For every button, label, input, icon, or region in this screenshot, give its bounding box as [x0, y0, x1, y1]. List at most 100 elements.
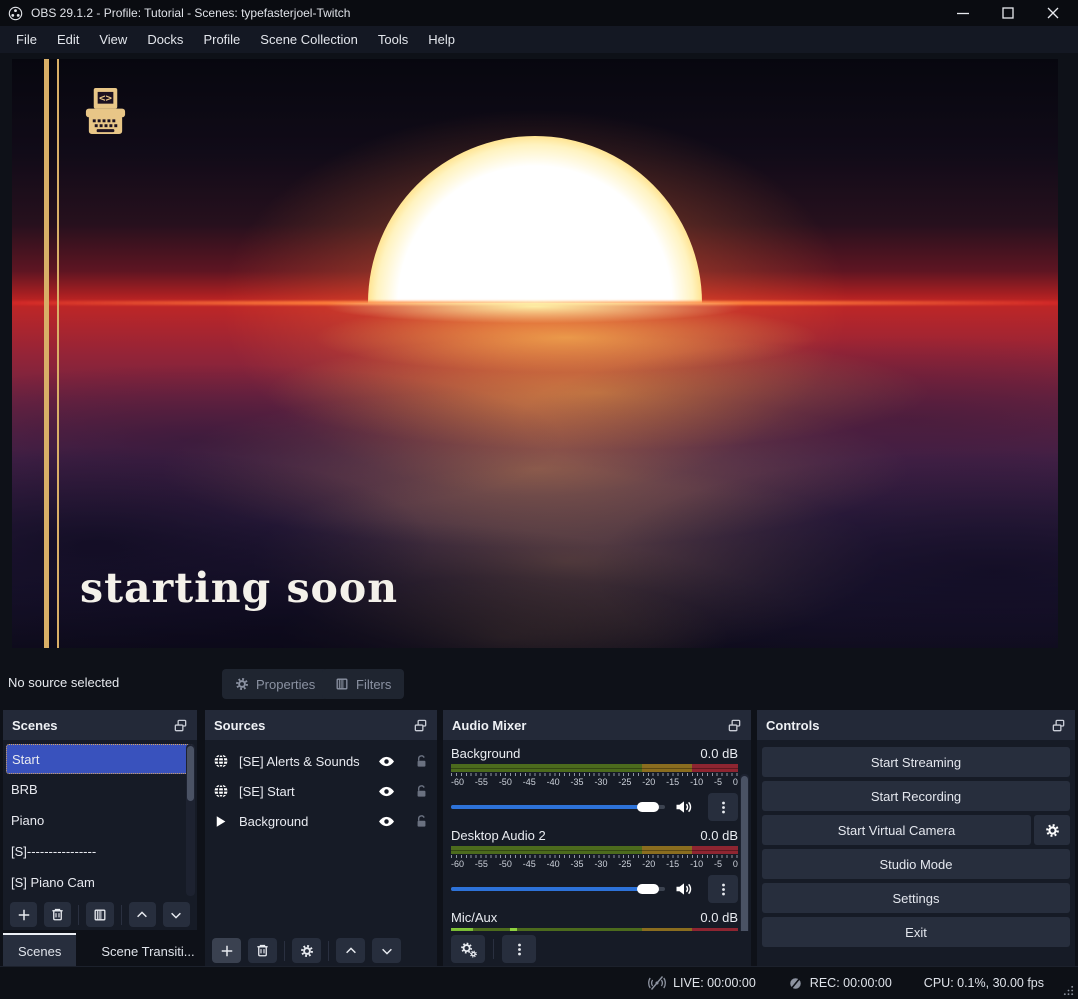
channel-options-kebab-button[interactable]	[708, 793, 738, 821]
live-signal-icon	[648, 975, 666, 991]
move-source-down-button[interactable]	[372, 938, 401, 963]
scene-filters-button[interactable]	[86, 902, 113, 927]
start-recording-button[interactable]: Start Recording	[762, 781, 1070, 811]
visibility-eye-icon[interactable]	[378, 783, 395, 800]
start-virtual-camera-button[interactable]: Start Virtual Camera	[762, 815, 1031, 845]
sources-panel: Sources [SE] Alerts & Sounds [SE] Start …	[205, 710, 437, 967]
channel-name: Mic/Aux	[451, 910, 497, 925]
controls-header: Controls	[757, 710, 1075, 740]
scene-item-piano[interactable]: Piano	[3, 805, 197, 836]
scrollbar-thumb[interactable]	[741, 776, 748, 936]
menu-tools[interactable]: Tools	[368, 28, 418, 51]
unlock-icon[interactable]	[414, 784, 429, 799]
meter-tick-labels: -60-55-50-45-40-35-30-25-20-15-10-50	[451, 777, 738, 787]
source-properties-button[interactable]	[292, 938, 321, 963]
source-row-background[interactable]: Background	[205, 806, 437, 836]
menu-file[interactable]: File	[6, 28, 47, 51]
menu-docks[interactable]: Docks	[137, 28, 193, 51]
start-streaming-button[interactable]: Start Streaming	[762, 747, 1070, 777]
studio-mode-button[interactable]: Studio Mode	[762, 849, 1070, 879]
popout-icon[interactable]	[173, 718, 188, 733]
add-source-button[interactable]	[212, 938, 241, 963]
toolbar-separator	[78, 905, 79, 925]
menu-bar: File Edit View Docks Profile Scene Colle…	[0, 26, 1078, 54]
filters-button[interactable]: Filters	[322, 669, 404, 699]
rec-time: REC: 00:00:00	[810, 976, 892, 990]
toolbar-separator	[493, 939, 494, 959]
meter-tickmarks	[451, 773, 738, 776]
scene-item-brb[interactable]: BRB	[3, 774, 197, 805]
volume-meter	[451, 846, 738, 854]
channel-name: Desktop Audio 2	[451, 828, 546, 843]
unlock-icon[interactable]	[414, 754, 429, 769]
decor-vertical-line	[44, 59, 49, 648]
menu-profile[interactable]: Profile	[193, 28, 250, 51]
tab-scenes[interactable]: Scenes	[3, 933, 76, 967]
volume-meter	[451, 764, 738, 772]
visibility-eye-icon[interactable]	[378, 813, 395, 830]
add-scene-button[interactable]	[10, 902, 37, 927]
popout-icon[interactable]	[727, 718, 742, 733]
speaker-mute-icon[interactable]	[675, 881, 693, 897]
popout-icon[interactable]	[413, 718, 428, 733]
preview-canvas[interactable]: starting soon	[12, 59, 1058, 648]
remove-scene-button[interactable]	[44, 902, 71, 927]
dock-area: Scenes Start BRB Piano [S]--------------…	[0, 706, 1078, 967]
advanced-audio-properties-button[interactable]	[451, 935, 485, 963]
obs-logo-icon	[8, 6, 23, 21]
scene-item-piano-cam[interactable]: [S] Piano Cam	[3, 867, 197, 898]
window-title: OBS 29.1.2 - Profile: Tutorial - Scenes:…	[31, 6, 350, 20]
visibility-eye-icon[interactable]	[378, 753, 395, 770]
channel-db-value: 0.0 dB	[700, 910, 738, 925]
maximize-button[interactable]	[1000, 6, 1015, 21]
move-scene-down-button[interactable]	[163, 902, 190, 927]
menu-help[interactable]: Help	[418, 28, 465, 51]
rec-circle-icon	[788, 976, 803, 991]
unlock-icon[interactable]	[414, 814, 429, 829]
menu-scene-collection[interactable]: Scene Collection	[250, 28, 368, 51]
scene-item-separator[interactable]: [S]----------------	[3, 836, 197, 867]
settings-button[interactable]: Settings	[762, 883, 1070, 913]
title-bar: OBS 29.1.2 - Profile: Tutorial - Scenes:…	[0, 0, 1078, 26]
source-row-alerts[interactable]: [SE] Alerts & Sounds	[205, 746, 437, 776]
media-source-icon	[213, 814, 230, 829]
decor-vertical-line-thin	[57, 59, 59, 648]
source-row-start[interactable]: [SE] Start	[205, 776, 437, 806]
typewriter-logo-icon	[82, 87, 129, 136]
no-source-selected-label: No source selected	[8, 675, 119, 690]
preview-area: starting soon	[0, 53, 1078, 661]
mixer-options-kebab-button[interactable]	[502, 935, 536, 963]
remove-source-button[interactable]	[248, 938, 277, 963]
scene-item-start[interactable]: Start	[6, 744, 194, 774]
move-scene-up-button[interactable]	[129, 902, 156, 927]
cpu-fps-stats: CPU: 0.1%, 30.00 fps	[924, 976, 1044, 990]
audio-mixer-panel: Audio Mixer Background 0.0 dB -60-55-50-…	[443, 710, 751, 967]
virtual-camera-settings-button[interactable]	[1034, 815, 1070, 845]
live-time: LIVE: 00:00:00	[673, 976, 756, 990]
speaker-mute-icon[interactable]	[675, 799, 693, 815]
volume-slider-handle[interactable]	[637, 884, 659, 894]
volume-slider[interactable]	[451, 802, 665, 812]
browser-source-icon	[213, 753, 230, 769]
tab-scene-transitions[interactable]: Scene Transiti...	[86, 933, 209, 967]
close-button[interactable]	[1045, 6, 1060, 21]
properties-button[interactable]: Properties	[222, 669, 328, 699]
volume-slider-handle[interactable]	[637, 802, 659, 812]
popout-icon[interactable]	[1051, 718, 1066, 733]
menu-view[interactable]: View	[89, 28, 137, 51]
gear-icon	[235, 677, 249, 691]
scenes-scrollbar[interactable]	[186, 744, 195, 896]
window-resize-grip[interactable]	[1063, 985, 1074, 996]
menu-edit[interactable]: Edit	[47, 28, 89, 51]
move-source-up-button[interactable]	[336, 938, 365, 963]
sources-header: Sources	[205, 710, 437, 740]
mixer-channel-desktop-audio-2: Desktop Audio 2 0.0 dB -60-55-50-45-40-3…	[451, 828, 738, 903]
channel-options-kebab-button[interactable]	[708, 875, 738, 903]
volume-slider[interactable]	[451, 884, 665, 894]
exit-button[interactable]: Exit	[762, 917, 1070, 947]
channel-name: Background	[451, 746, 520, 761]
sky	[12, 59, 1058, 303]
scrollbar-thumb[interactable]	[187, 746, 194, 801]
mixer-channel-background: Background 0.0 dB -60-55-50-45-40-35-30-…	[451, 746, 738, 821]
minimize-button[interactable]	[955, 6, 970, 21]
